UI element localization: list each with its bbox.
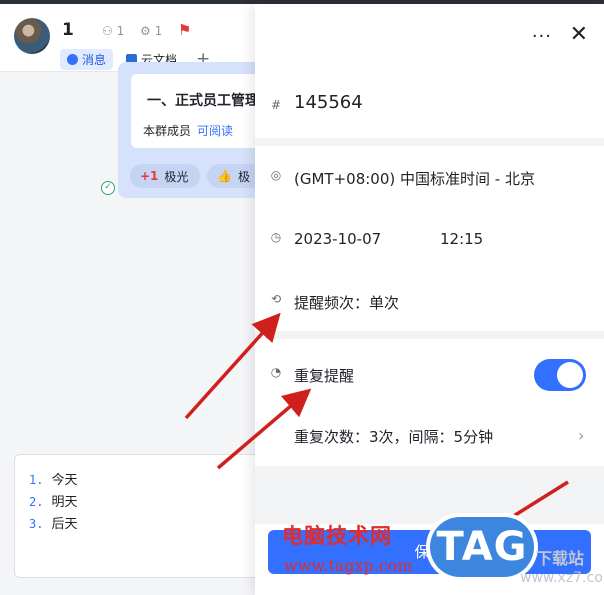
close-button[interactable]: ✕	[570, 24, 588, 46]
watermark-download-name: 下载站	[536, 549, 585, 568]
timezone-row[interactable]: ◎ (GMT+08:00) 中国标准时间 - 北京	[255, 164, 604, 194]
message-composer[interactable]: 1. 今天 2. 明天 3. 后天	[14, 454, 274, 578]
thumbs-up-icon: 👍	[217, 169, 232, 183]
hash-icon: #	[270, 98, 282, 112]
list-item: 2. 明天	[29, 495, 78, 510]
watermark-tag-logo: TAG	[430, 517, 534, 577]
reminder-settings-panel: ··· ✕ # 145564 ◎ (GMT+08:00) 中国标准时间 - 北京…	[255, 4, 604, 595]
message-permission: 本群成员 可阅读	[143, 124, 234, 138]
frequency-row[interactable]: ⟲ 提醒频次：单次	[255, 288, 604, 318]
flag-icon[interactable]: ⚑	[178, 21, 191, 39]
frequency-value: 提醒频次：单次	[294, 294, 400, 312]
time-field[interactable]: 12:15	[440, 230, 483, 248]
bot-count[interactable]: ⚙ 1	[140, 24, 162, 38]
date-field[interactable]: 2023-10-07	[294, 230, 381, 248]
bot-icon: ⚙	[140, 24, 151, 38]
watermark-download-url: www.xz7.com	[520, 570, 604, 586]
member-count[interactable]: ⚇ 1	[102, 24, 124, 38]
group-avatar[interactable]	[14, 18, 50, 54]
chevron-right-icon: ›	[578, 426, 585, 445]
watermark-site-name: 电脑技术网	[282, 524, 392, 548]
reaction-chip[interactable]: +1 极光	[130, 164, 200, 188]
repeat-detail-row[interactable]: 重复次数：3次，间隔：5分钟 ›	[255, 422, 604, 452]
repeat-reminder-row: ◔ 重复提醒	[255, 359, 604, 391]
repeat-reminder-toggle[interactable]	[534, 359, 586, 391]
list-item: 1. 今天	[29, 473, 78, 488]
reminder-id-row: # 145564	[255, 90, 604, 130]
message-title: 一、正式员工管理	[147, 93, 259, 109]
chat-name[interactable]: 1	[62, 20, 74, 40]
repeat-icon: ⟲	[270, 292, 282, 306]
timezone-value: (GMT+08:00) 中国标准时间 - 北京	[294, 170, 535, 188]
tab-messages[interactable]: 消息	[60, 48, 114, 70]
datetime-row: ◷ 2023-10-07 12:15	[255, 226, 604, 256]
list-item: 3. 后天	[29, 517, 78, 532]
section-divider	[255, 331, 604, 339]
read-status-icon: ✓	[101, 181, 115, 195]
clock-icon: ◷	[270, 230, 282, 244]
plus-one-icon: +1	[140, 169, 159, 183]
repeat-detail: 重复次数：3次，间隔：5分钟	[294, 428, 494, 446]
section-divider	[255, 138, 604, 146]
globe-icon: ◎	[270, 168, 282, 182]
message-icon	[67, 53, 78, 65]
panel-footer-gap	[255, 466, 604, 524]
watermark-site-url: www.tagxp.com	[284, 556, 413, 575]
read-permission-link[interactable]: 可阅读	[197, 124, 233, 138]
more-options-button[interactable]: ···	[532, 26, 552, 47]
reminder-id: 145564	[294, 92, 363, 113]
repeat-reminder-label: 重复提醒	[294, 367, 355, 385]
members-icon: ⚇	[102, 24, 113, 38]
history-icon: ◔	[270, 365, 282, 379]
